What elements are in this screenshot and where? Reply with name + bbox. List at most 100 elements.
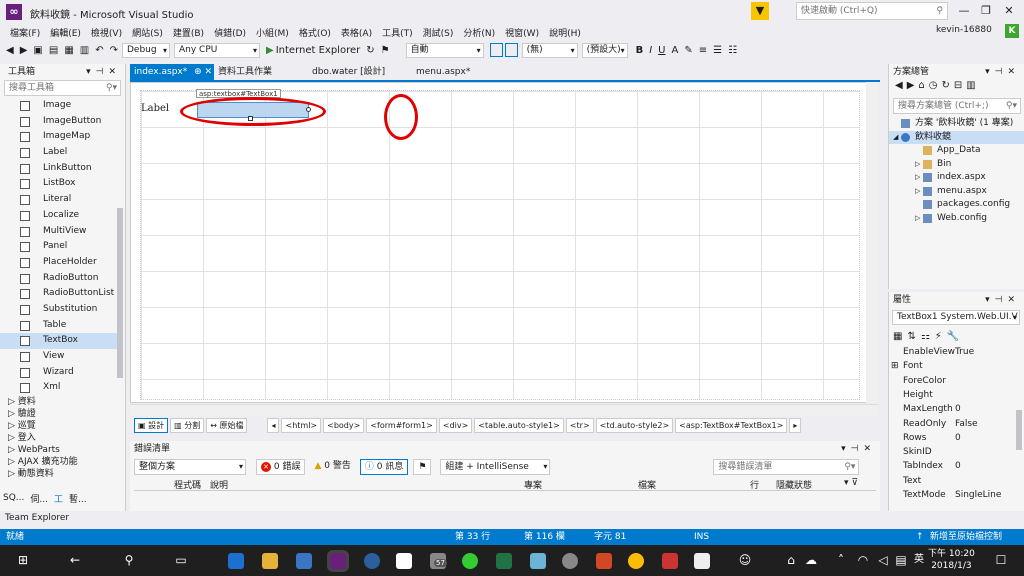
property-row[interactable]: TextMode SingleLine: [889, 490, 1019, 499]
pane-controls-icon[interactable]: ▾⊣✕: [985, 64, 1020, 80]
menu-item[interactable]: 小組(M): [256, 26, 289, 39]
toolbox-item-linkbutton[interactable]: LinkButton: [0, 161, 118, 177]
asp-label-control[interactable]: Label: [141, 103, 169, 114]
tab-data-tools[interactable]: 資料工具作業: [214, 64, 308, 80]
property-row[interactable]: ⊞ Font: [889, 361, 1019, 375]
breadcrumb-item[interactable]: <tr>: [565, 417, 594, 433]
toolbox-item-substitution[interactable]: Substitution: [0, 302, 118, 318]
horizontal-scrollbar[interactable]: [130, 404, 878, 416]
menu-item[interactable]: 建置(B): [173, 26, 204, 39]
property-row[interactable]: ForeColor: [889, 376, 1019, 390]
property-row[interactable]: MaxLength 0: [889, 404, 1019, 418]
toolbox-item-radiobuttonlist[interactable]: RadioButtonList: [0, 286, 118, 302]
menu-item[interactable]: 檢視(V): [91, 26, 122, 39]
open-file-icon[interactable]: ▤: [49, 45, 58, 56]
property-row[interactable]: Height: [889, 390, 1019, 404]
menu-item[interactable]: 測試(S): [423, 26, 454, 39]
expand-icon[interactable]: ⊞: [891, 361, 899, 371]
people-icon[interactable]: ☺: [734, 550, 756, 570]
menu-item[interactable]: 格式(O): [299, 26, 331, 39]
breadcrumb-item[interactable]: <html>: [281, 417, 322, 433]
quick-launch-input[interactable]: 快速啟動 (Ctrl+Q) ⚲: [796, 2, 948, 20]
notifications-icon[interactable]: ☐: [990, 550, 1012, 570]
chevron-up-icon[interactable]: ˄: [830, 550, 852, 570]
tree-item[interactable]: ▷ index.aspx: [889, 171, 1024, 185]
new-project-icon[interactable]: ▣: [33, 45, 42, 56]
toolbox-item-imagemap[interactable]: ImageMap: [0, 129, 118, 145]
numbering-icon[interactable]: ☷: [728, 45, 737, 56]
messages-filter-button[interactable]: ⓘ 0 訊息: [359, 459, 409, 475]
add-to-source-control-button[interactable]: 新增至原始檔控制: [930, 529, 1002, 545]
bullets-icon[interactable]: ☰: [713, 45, 722, 56]
toolbox-item-literal[interactable]: Literal: [0, 192, 118, 208]
chrome-icon[interactable]: [628, 553, 644, 569]
expand-arrow-icon[interactable]: ▷: [915, 158, 920, 172]
toolbox-group[interactable]: ▷ 巡覽: [0, 420, 118, 432]
platform-select[interactable]: Any CPU: [174, 42, 260, 58]
app-icon[interactable]: [596, 553, 612, 569]
toolbox-item-panel[interactable]: Panel: [0, 239, 118, 255]
align-left-icon[interactable]: ≡: [699, 45, 707, 56]
save-all-icon[interactable]: ▥: [80, 45, 89, 56]
team-explorer-tab[interactable]: Team Explorer: [0, 511, 126, 525]
errors-filter-button[interactable]: ✕ 0 錯誤: [256, 459, 306, 475]
table-grid[interactable]: [140, 90, 860, 400]
toolbox-item-table[interactable]: Table: [0, 318, 118, 334]
menu-item[interactable]: 說明(H): [549, 26, 581, 39]
property-row[interactable]: Rows 0: [889, 433, 1019, 447]
toolbox-group[interactable]: ▷ 驗證: [0, 408, 118, 420]
toolbox-group[interactable]: ▷ 資料: [0, 396, 118, 408]
property-value[interactable]: False: [955, 419, 978, 429]
source-tab[interactable]: ↔ 原始檔: [206, 417, 248, 433]
breadcrumb-back-icon[interactable]: ◂: [267, 417, 280, 433]
font-size-select[interactable]: (預設大): [581, 42, 628, 58]
configuration-select[interactable]: Debug: [122, 42, 170, 58]
expand-arrow-icon[interactable]: ◢: [893, 131, 898, 145]
app-icon[interactable]: [530, 553, 546, 569]
toolbox-item-listbox[interactable]: ListBox: [0, 176, 118, 192]
style-select[interactable]: (無): [521, 42, 578, 58]
expand-arrow-icon[interactable]: ▷: [915, 212, 920, 226]
split-view-icon[interactable]: [504, 43, 518, 57]
app-icon[interactable]: [296, 553, 312, 569]
tree-item[interactable]: 方案 '飲料收鏡' (1 專案): [889, 117, 1024, 131]
save-icon[interactable]: ▦: [64, 45, 73, 56]
properties-toolbar-icons[interactable]: ▦⇅⚏⚡🔧: [893, 331, 964, 342]
toolbox-item-label[interactable]: Label: [0, 145, 118, 161]
redo-icon[interactable]: ↷: [110, 45, 118, 56]
toolbox-item-textbox[interactable]: TextBox: [0, 333, 118, 349]
breadcrumb-item[interactable]: <div>: [438, 417, 473, 433]
toolbox-item-placeholder[interactable]: PlaceHolder: [0, 255, 118, 271]
scope-select[interactable]: 整個方案: [134, 459, 246, 475]
pane-controls-icon[interactable]: ▾⊣✕: [841, 441, 876, 457]
font-color-icon[interactable]: A: [672, 45, 679, 56]
property-value[interactable]: True: [955, 347, 974, 357]
photos-icon[interactable]: [694, 553, 710, 569]
toolbox-bottom-tab[interactable]: SQ...: [0, 493, 27, 503]
tree-item[interactable]: App_Data: [889, 144, 1024, 158]
toolbox-search-input[interactable]: 搜尋工具箱 ⚲▾: [4, 80, 121, 96]
toolbox-item-localize[interactable]: Localize: [0, 208, 118, 224]
menu-item[interactable]: 表格(A): [341, 26, 372, 39]
toolbox-scrollbar[interactable]: [117, 208, 123, 378]
search-icon[interactable]: ⚲: [118, 550, 140, 570]
menu-item[interactable]: 偵錯(D): [214, 26, 246, 39]
close-button[interactable]: ✕: [999, 4, 1019, 20]
menu-item[interactable]: 工具(T): [382, 26, 413, 39]
clock[interactable]: 下午 10:20 2018/1/3: [928, 548, 975, 572]
network-icon[interactable]: ⌂: [780, 550, 802, 570]
underline-button[interactable]: U: [658, 45, 665, 56]
breadcrumb-item[interactable]: <body>: [323, 417, 365, 433]
property-row[interactable]: Text: [889, 476, 1019, 490]
toolbox-bottom-tab[interactable]: 暫...: [66, 492, 90, 505]
tree-item[interactable]: ◢ 飲料收鏡: [889, 130, 1024, 145]
tree-item[interactable]: packages.config: [889, 198, 1024, 212]
back-icon[interactable]: ◀: [6, 45, 14, 56]
excel-icon[interactable]: [496, 553, 512, 569]
column-header[interactable]: 程式碼: [174, 478, 201, 491]
file-explorer-icon[interactable]: [262, 553, 278, 569]
filter-icon[interactable]: ⚑: [413, 459, 432, 475]
start-icon[interactable]: ⊞: [12, 550, 34, 570]
error-search-input[interactable]: 搜尋錯誤清單 ⚲▾: [713, 459, 860, 475]
column-header[interactable]: 說明: [210, 478, 228, 491]
